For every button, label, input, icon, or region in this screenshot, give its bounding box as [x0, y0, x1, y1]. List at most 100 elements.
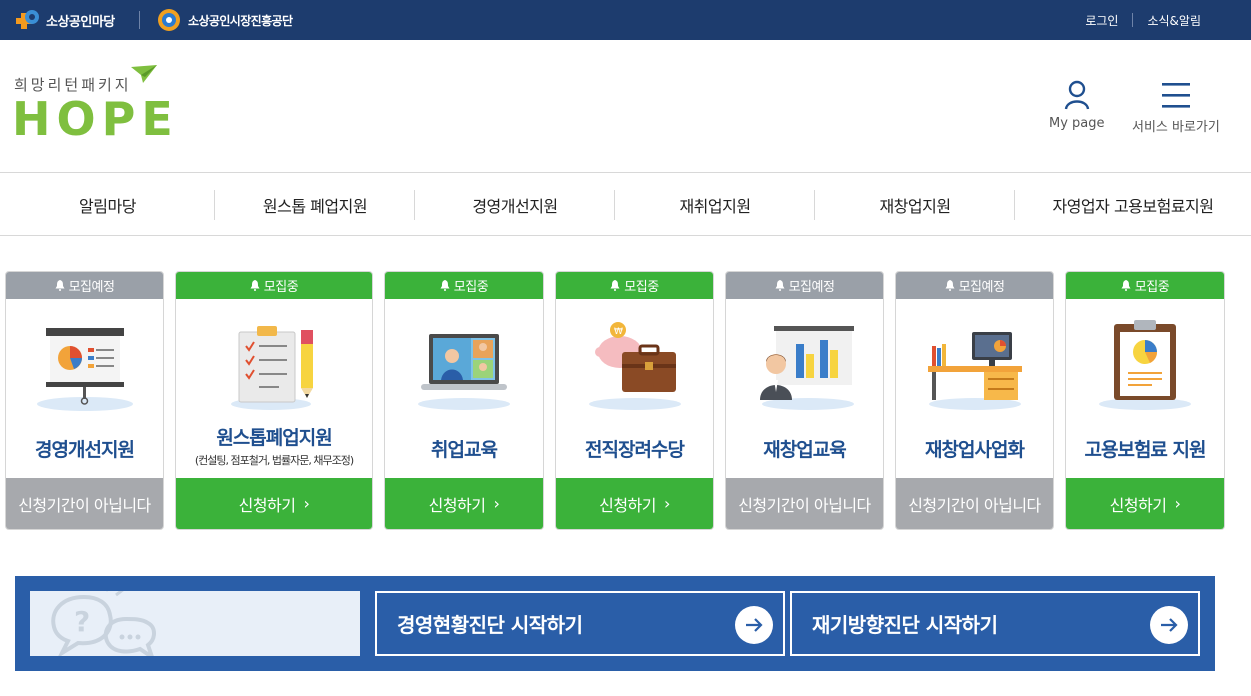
- status-label: 모집예정: [788, 280, 835, 295]
- bell-icon: [55, 280, 65, 291]
- nav-item-employment-insurance[interactable]: 자영업자 고용보험료지원: [1015, 174, 1251, 236]
- status-badge: 모집중: [1066, 272, 1224, 299]
- program-card[interactable]: 모집중 고용보험료 지원 신청하기 ›: [1065, 271, 1225, 530]
- status-label: 모집예정: [68, 280, 115, 295]
- action-label: 신청하기: [1109, 495, 1167, 515]
- status-badge: 모집예정: [726, 272, 883, 299]
- service-menu-button[interactable]: 서비스 바로가기: [1132, 80, 1220, 135]
- status-label: 모집중: [1134, 280, 1170, 295]
- status-label: 모집예정: [958, 280, 1005, 295]
- program-card[interactable]: 모집예정 재창업사업화 신청기간이 아닙니다: [895, 271, 1054, 530]
- chevron-right-icon: ›: [303, 494, 310, 513]
- apply-button[interactable]: 신청하기 ›: [385, 478, 543, 529]
- apply-button[interactable]: 신청하기 ›: [1066, 478, 1224, 529]
- program-card[interactable]: 모집예정 재창업교육 신청기간이 아닙니다: [725, 271, 884, 530]
- card-title: 재창업교육: [763, 439, 846, 461]
- clipboard-pie-chart-illustration: [1066, 320, 1224, 412]
- card-title: 경영개선지원: [35, 439, 135, 461]
- chevron-right-icon: ›: [493, 494, 500, 513]
- nav-label: 알림마당: [79, 197, 136, 216]
- login-link[interactable]: 로그인: [1071, 12, 1132, 29]
- card-title: 고용보험료 지원: [1084, 439, 1207, 461]
- nav-item-closure-support[interactable]: 원스톱 폐업지원: [215, 174, 415, 236]
- top-links: 로그인 소식&알림: [1071, 0, 1215, 40]
- bell-icon: [1121, 280, 1131, 291]
- diagnosis-label: 경영현황진단 시작하기: [397, 613, 583, 637]
- nav-label: 자영업자 고용보험료지원: [1052, 197, 1214, 216]
- recovery-diagnosis-button[interactable]: 재기방향진단 시작하기: [790, 591, 1200, 656]
- program-card[interactable]: 모집예정 경영개선지원 신청기간이 아닙니다: [5, 271, 164, 530]
- hamburger-menu-icon: [1161, 83, 1190, 108]
- action-label: 신청하기: [238, 495, 296, 515]
- status-label: 모집중: [624, 280, 659, 295]
- sbiz-portal-link[interactable]: 소상공인마당: [14, 8, 115, 32]
- bell-icon: [250, 280, 260, 291]
- card-title: 전직장려수당: [585, 439, 685, 461]
- arrow-right-icon: [735, 606, 773, 644]
- status-badge: 모집중: [176, 272, 372, 299]
- semas-link[interactable]: 소상공인시장진흥공단: [156, 8, 293, 32]
- nav-label: 원스톱 폐업지원: [262, 197, 368, 216]
- nav-item-restart-business[interactable]: 재창업지원: [815, 174, 1015, 236]
- bell-icon: [440, 280, 450, 291]
- presenter-bar-chart-illustration: [726, 320, 883, 412]
- user-icon: [1064, 80, 1089, 110]
- action-label: 신청기간이 아닙니다: [18, 495, 151, 515]
- piggybank-briefcase-illustration: ₩: [556, 320, 713, 412]
- apply-status-button[interactable]: 신청기간이 아닙니다: [6, 478, 163, 529]
- chevron-right-icon: ›: [663, 494, 670, 513]
- mypage-button[interactable]: My page: [1049, 80, 1105, 131]
- header: 희망리턴패키지 HOPE My page 서비스 바로가기: [0, 40, 1251, 173]
- status-badge: 모집예정: [6, 272, 163, 299]
- action-label: 신청기간이 아닙니다: [908, 495, 1041, 515]
- presentation-board-illustration: [6, 320, 163, 412]
- status-badge: 모집예정: [896, 272, 1053, 299]
- nav-item-management-improvement[interactable]: 경영개선지원: [415, 174, 615, 236]
- management-diagnosis-button[interactable]: 경영현황진단 시작하기: [375, 591, 785, 656]
- office-desk-illustration: [896, 320, 1053, 412]
- program-card[interactable]: 모집중 취업교육 신청하기 ›: [384, 271, 544, 530]
- arrow-right-icon: [1150, 606, 1188, 644]
- brand2-label: 소상공인시장진흥공단: [188, 13, 293, 28]
- action-label: 신청하기: [428, 495, 486, 515]
- logo-title: HOPE: [12, 92, 179, 146]
- clipboard-checklist-illustration: [176, 324, 372, 416]
- news-link[interactable]: 소식&알림: [1133, 12, 1215, 29]
- chevron-right-icon: ›: [1174, 494, 1181, 513]
- card-subtitle: (컨설팅, 점포철거, 법률자문, 채무조정): [194, 454, 354, 467]
- bell-icon: [945, 280, 955, 291]
- apply-button[interactable]: 신청하기 ›: [176, 478, 372, 529]
- program-card[interactable]: 모집중 ₩ 전직장려수당 신청하기 ›: [555, 271, 714, 530]
- main-nav: 알림마당 원스톱 폐업지원 경영개선지원 재취업지원 재창업지원 자영업자 고용…: [0, 174, 1251, 236]
- mypage-label: My page: [1049, 116, 1105, 131]
- apply-button[interactable]: 신청하기 ›: [556, 478, 713, 529]
- bell-icon: [610, 280, 620, 291]
- status-label: 모집중: [263, 280, 299, 295]
- card-title: 취업교육: [431, 439, 498, 461]
- paper-plane-icon: [131, 65, 157, 83]
- status-badge: 모집중: [385, 272, 543, 299]
- action-label: 신청기간이 아닙니다: [738, 495, 871, 515]
- service-menu-label: 서비스 바로가기: [1132, 120, 1220, 135]
- status-label: 모집중: [453, 280, 489, 295]
- diagnosis-label: 재기방향진단 시작하기: [812, 613, 998, 637]
- nav-label: 재취업지원: [679, 197, 751, 216]
- laptop-video-call-illustration: [385, 320, 543, 412]
- question-chat-bubble-icon: ?: [51, 591, 156, 656]
- nav-label: 재창업지원: [879, 197, 951, 216]
- nav-item-reemployment[interactable]: 재취업지원: [615, 174, 815, 236]
- svg-text:₩: ₩: [614, 327, 623, 337]
- nav-label: 경영개선지원: [472, 197, 558, 216]
- nav-item-notice[interactable]: 알림마당: [0, 174, 215, 236]
- apply-status-button[interactable]: 신청기간이 아닙니다: [726, 478, 883, 529]
- divider: [139, 11, 140, 29]
- program-card[interactable]: 모집중 원스톱폐업지원 (컨설팅, 점포철거, 법률자문, 채무조정) 신청하기…: [175, 271, 373, 530]
- bell-icon: [775, 280, 785, 291]
- brand1-label: 소상공인마당: [46, 14, 115, 30]
- semas-logo-icon: [158, 9, 180, 31]
- banner-illustration-panel: ?: [30, 591, 360, 656]
- apply-status-button[interactable]: 신청기간이 아닙니다: [896, 478, 1053, 529]
- card-title: 재창업사업화: [925, 439, 1025, 461]
- action-label: 신청하기: [599, 495, 656, 515]
- status-badge: 모집중: [556, 272, 713, 299]
